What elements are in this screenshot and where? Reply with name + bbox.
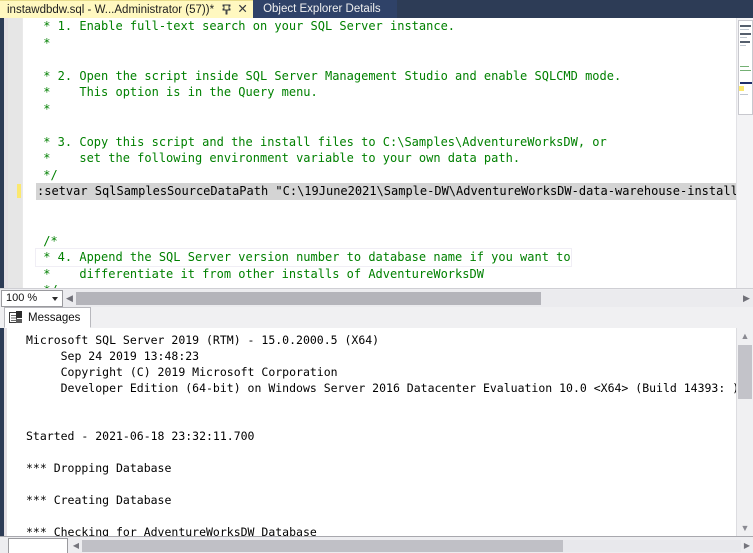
- code-comment: *: [36, 35, 51, 50]
- message-line: *** Dropping Database: [26, 461, 172, 475]
- code-line[interactable]: * This option is in the Query menu.: [36, 84, 753, 101]
- code-comment: * set the following environment variable…: [36, 151, 521, 165]
- code-line[interactable]: /*: [36, 233, 753, 250]
- code-line[interactable]: [36, 117, 753, 134]
- messages-left-accent-light: [4, 328, 7, 536]
- editor-hscroll-thumb[interactable]: [76, 291, 541, 305]
- code-line[interactable]: [36, 216, 753, 233]
- sqlcmd-directive: :setvar SqlSamplesSourceDataPath "C:\19J…: [36, 183, 753, 200]
- messages-horizontal-scrollbar[interactable]: ◀ ▶: [70, 538, 753, 553]
- messages-hscroll-track[interactable]: [82, 539, 741, 552]
- messages-text[interactable]: Microsoft SQL Server 2019 (RTM) - 15.0.2…: [26, 332, 740, 536]
- ssms-query-window: instawdbdw.sql - W...Administrator (57))…: [0, 0, 753, 553]
- messages-pane[interactable]: Microsoft SQL Server 2019 (RTM) - 15.0.2…: [0, 328, 753, 536]
- editor-vertical-scrollbar[interactable]: [736, 18, 753, 288]
- scroll-right-arrow-icon[interactable]: ▶: [741, 538, 753, 553]
- tab-title: Object Explorer Details: [263, 3, 381, 15]
- editor-horizontal-scrollbar[interactable]: ◀ ▶: [63, 289, 753, 307]
- scroll-down-arrow-icon[interactable]: ▼: [737, 520, 753, 536]
- close-icon[interactable]: ✕: [236, 3, 249, 17]
- message-line: Copyright (C) 2019 Microsoft Corporation: [26, 365, 338, 379]
- messages-vscroll-thumb[interactable]: [738, 345, 752, 399]
- scroll-left-arrow-icon[interactable]: ◀: [70, 538, 82, 553]
- zoom-level-value: 100 %: [6, 292, 38, 304]
- code-comment: * 1. Enable full-text search on your SQL…: [36, 19, 456, 33]
- bottom-left-field[interactable]: [8, 537, 68, 553]
- code-comment: *: [36, 101, 51, 116]
- scroll-right-arrow-icon[interactable]: ▶: [740, 290, 753, 307]
- editor-hscroll-track[interactable]: [76, 291, 740, 305]
- code-line[interactable]: * 1. Enable full-text search on your SQL…: [36, 18, 753, 35]
- code-comment: */: [36, 167, 58, 182]
- code-line[interactable]: [36, 200, 753, 217]
- code-line[interactable]: * 2. Open the script inside SQL Server M…: [36, 68, 753, 85]
- message-line: [26, 412, 726, 428]
- editor-scroll-thumb[interactable]: [738, 20, 753, 115]
- tab-object-explorer-details[interactable]: Object Explorer Details: [253, 0, 397, 18]
- bottom-status-scroll-bar: ◀ ▶: [0, 536, 753, 553]
- results-tab-strip: Messages: [0, 307, 753, 329]
- code-comment: * 2. Open the script inside SQL Server M…: [36, 68, 622, 83]
- code-comment: * This option is in the Query menu.: [36, 85, 318, 99]
- tab-title: instawdbdw.sql - W...Administrator (57))…: [7, 3, 215, 16]
- sql-editor-pane[interactable]: * 1. Enable full-text search on your SQL…: [0, 18, 753, 288]
- editor-code-text[interactable]: * 1. Enable full-text search on your SQL…: [17, 18, 753, 288]
- tab-strip-filler: [396, 0, 753, 18]
- code-comment: * differentiate it from other installs o…: [36, 266, 484, 281]
- tab-instawdbdw-sql[interactable]: instawdbdw.sql - W...Administrator (57))…: [0, 0, 254, 18]
- code-line[interactable]: */: [36, 167, 753, 184]
- tab-messages-label: Messages: [28, 311, 81, 324]
- document-tab-strip: instawdbdw.sql - W...Administrator (57))…: [0, 0, 753, 18]
- messages-hscroll-thumb[interactable]: [82, 539, 564, 552]
- change-bar-indicator: [17, 184, 21, 198]
- code-line[interactable]: * differentiate it from other installs o…: [36, 266, 753, 283]
- code-line[interactable]: *: [36, 35, 753, 52]
- message-line: Sep 24 2019 13:48:23: [26, 349, 200, 363]
- messages-grid-icon: [9, 311, 24, 324]
- message-line: [26, 476, 726, 492]
- pin-icon[interactable]: [220, 3, 233, 17]
- message-line: Developer Edition (64-bit) on Windows Se…: [26, 381, 740, 395]
- tab-messages[interactable]: Messages: [4, 307, 92, 328]
- editor-gutter[interactable]: [8, 18, 23, 288]
- zoom-level-dropdown[interactable]: 100 %: [1, 289, 63, 307]
- chevron-down-icon[interactable]: [52, 297, 58, 301]
- editor-zoom-and-hscroll-row: 100 % ◀ ▶: [0, 288, 753, 307]
- code-line[interactable]: [36, 51, 753, 68]
- messages-vertical-scrollbar[interactable]: ▲ ▼: [736, 328, 753, 536]
- code-comment: /*: [36, 233, 58, 248]
- message-line: Started - 2021-06-18 23:32:11.700: [26, 429, 255, 443]
- code-line[interactable]: * set the following environment variable…: [36, 150, 753, 167]
- message-line: *** Checking for AdventureWorksDW Databa…: [26, 525, 317, 536]
- message-line: Microsoft SQL Server 2019 (RTM) - 15.0.2…: [26, 333, 380, 347]
- code-line[interactable]: * 3. Copy this script and the install fi…: [36, 134, 753, 151]
- code-line[interactable]: * 4. Append the SQL Server version numbe…: [35, 248, 753, 267]
- message-line: *** Creating Database: [26, 493, 172, 507]
- editor-change-margin: [23, 18, 36, 288]
- message-line: [26, 444, 726, 460]
- message-line: [26, 396, 726, 412]
- code-line[interactable]: :setvar SqlSamplesSourceDataPath "C:\19J…: [17, 183, 753, 200]
- scroll-left-arrow-icon[interactable]: ◀: [63, 290, 76, 307]
- scroll-up-arrow-icon[interactable]: ▲: [737, 328, 753, 344]
- code-comment-highlighted: * 4. Append the SQL Server version numbe…: [35, 248, 572, 267]
- message-line: [26, 508, 726, 524]
- code-line[interactable]: *: [36, 101, 753, 118]
- code-comment: * 3. Copy this script and the install fi…: [36, 134, 607, 149]
